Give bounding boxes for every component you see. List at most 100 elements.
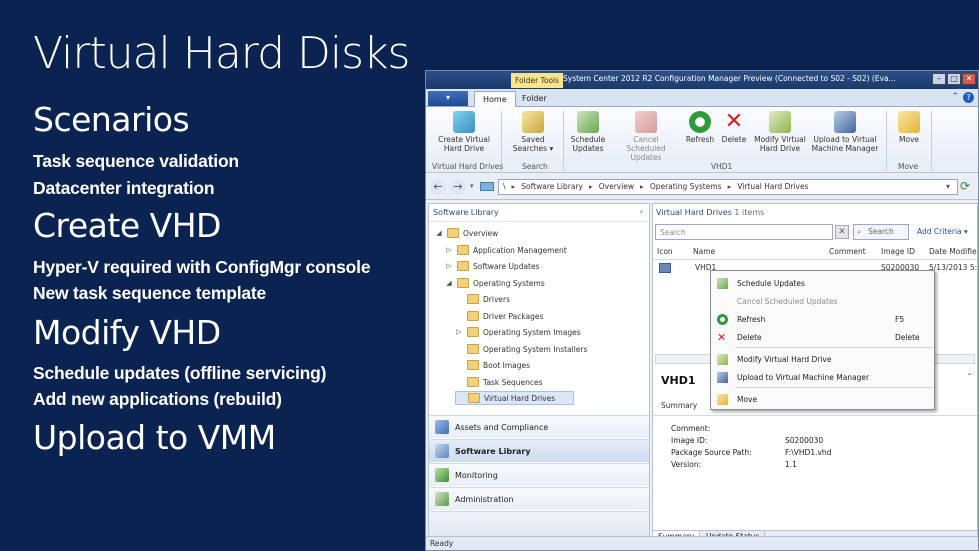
minimize-button[interactable]: – [932, 73, 946, 85]
tab-home[interactable]: Home [474, 91, 516, 108]
folder-icon [467, 311, 479, 321]
create-vhd-icon [453, 111, 475, 133]
menu-item-shortcut: Delete [895, 333, 920, 342]
create-virtual-hard-drive-button[interactable]: Create Virtual Hard Drive [434, 111, 494, 153]
clear-search-icon[interactable]: ✕ [835, 225, 849, 239]
detail-comment-label: Comment: [671, 424, 711, 433]
help-icon[interactable]: ? [963, 92, 974, 103]
app-menu-button[interactable]: ▾ [428, 91, 468, 106]
modify-virtual-hard-drive-button[interactable]: Modify Virtual Hard Drive [752, 111, 808, 153]
bullet-datacenter-integration: Datacenter integration [33, 178, 215, 198]
collapse-details-icon[interactable]: ⌃ [966, 372, 973, 381]
tree-item[interactable]: ◢ Operating Systems [445, 276, 545, 290]
tree-item[interactable]: Drivers [455, 292, 510, 306]
create-vhd-label-1: Create Virtual [438, 135, 490, 144]
navigation-pane: Software Library ‹ ◢ Overview ▷ Application… [428, 203, 650, 543]
menu-item[interactable]: Upload to Virtual Machine Manager [711, 369, 934, 385]
refresh-icon [689, 111, 711, 133]
forward-arrow-icon[interactable]: → [450, 179, 466, 195]
workspace-assets-and-compliance[interactable]: Assets and Compliance [429, 415, 649, 438]
expand-toggle-icon[interactable]: ▷ [455, 328, 463, 336]
collapse-ribbon-icon[interactable]: ⌃ [951, 92, 959, 103]
delete-label: Delete [721, 135, 747, 144]
collapse-pane-icon[interactable]: ‹ [640, 207, 643, 216]
workspace-software-library[interactable]: Software Library [429, 439, 649, 462]
expand-toggle-icon[interactable]: ▷ [445, 262, 453, 270]
group-label-move: Move [898, 162, 919, 171]
tab-folder[interactable]: Folder [514, 91, 555, 108]
software-library-icon [435, 444, 449, 458]
menu-item[interactable]: Modify Virtual Hard Drive [711, 351, 934, 367]
modify-vhd-icon [769, 111, 791, 133]
saved-searches-label-1: Saved [521, 135, 545, 144]
column-name[interactable]: Name [693, 247, 715, 256]
expand-toggle-icon[interactable]: ◢ [445, 279, 453, 287]
menu-item[interactable]: ✕ Delete Delete [711, 329, 934, 345]
saved-searches-button[interactable]: Saved Searches ▾ [508, 111, 558, 153]
tree-item[interactable]: ▷ Operating System Images [455, 325, 581, 339]
move-button[interactable]: Move [892, 111, 926, 144]
schedule-updates-button[interactable]: Schedule Updates [566, 111, 610, 153]
refresh-button[interactable]: Refresh [682, 111, 718, 144]
search-input[interactable]: Search [655, 224, 833, 240]
workspace-monitoring[interactable]: Monitoring [429, 463, 649, 486]
search-button-label: Search [868, 227, 894, 236]
tree-item[interactable]: Virtual Hard Drives [455, 391, 575, 405]
cancel-updates-icon [635, 111, 657, 133]
breadcrumb[interactable]: \ ▸ Software Library ▸ Overview ▸ Operating Sy… [498, 179, 958, 195]
menu-item[interactable]: Refresh F5 [711, 311, 934, 327]
delete-button[interactable]: ✕ Delete [718, 111, 750, 145]
assets-compliance-icon [435, 420, 449, 434]
back-arrow-icon[interactable]: ← [430, 179, 446, 195]
expand-toggle-icon[interactable]: ◢ [435, 229, 443, 237]
maximize-button[interactable]: □ [947, 73, 961, 85]
schedule-updates-label-1: Schedule [570, 135, 606, 144]
tree-item[interactable]: ◢ Overview [435, 226, 498, 240]
tree-item-label: Software Updates [473, 261, 540, 271]
detail-version-label: Version: [671, 460, 702, 469]
move-icon [717, 394, 728, 405]
breadcrumb-root[interactable]: \ [503, 182, 506, 191]
tree-item[interactable]: Operating System Installers [455, 342, 587, 356]
modify-vhd-icon [717, 354, 728, 365]
tree-item[interactable]: Driver Packages [455, 309, 543, 323]
tree-item[interactable]: Task Sequences [455, 375, 542, 389]
menu-item[interactable]: Move [711, 391, 934, 407]
upload-vmm-icon [834, 111, 856, 133]
upload-to-vmm-button[interactable]: Upload to Virtual Machine Manager [810, 111, 880, 153]
tree-item-label: Operating System Images [483, 327, 581, 337]
refresh-icon[interactable]: ⟳ [960, 179, 970, 193]
history-dropdown-icon[interactable]: ▾ [470, 182, 474, 190]
tree-item[interactable]: Boot Images [455, 358, 530, 372]
workspace-administration[interactable]: Administration [429, 487, 649, 510]
tree-item[interactable]: ▷ Software Updates [445, 259, 540, 273]
breadcrumb-virtual-hard-drives[interactable]: Virtual Hard Drives [737, 182, 808, 191]
heading-create-vhd: Create VHD [33, 206, 221, 245]
tree-item[interactable]: ▷ Application Management [445, 243, 567, 257]
column-icon[interactable]: Icon [657, 247, 673, 256]
search-button[interactable]: ⌕ Search [853, 224, 909, 240]
column-image-id[interactable]: Image ID [881, 247, 915, 256]
close-button[interactable]: ✕ [962, 73, 976, 85]
tree-item-label: Virtual Hard Drives [484, 393, 556, 403]
breadcrumb-operating-systems[interactable]: Operating Systems [650, 182, 722, 191]
expand-toggle-icon[interactable]: ▷ [445, 246, 453, 254]
breadcrumb-overview[interactable]: Overview [599, 182, 634, 191]
detail-image-id-value: S0200030 [785, 436, 824, 445]
title-bar: Folder Tools System Center 2012 R2 Confi… [426, 71, 978, 89]
bullet-schedule-updates: Schedule updates (offline servicing) [33, 363, 327, 383]
menu-item[interactable]: Cancel Scheduled Updates [711, 293, 934, 309]
add-criteria-link[interactable]: Add Criteria ▾ [917, 227, 968, 236]
bullet-task-sequence-validation: Task sequence validation [33, 151, 239, 171]
column-comment[interactable]: Comment [829, 247, 866, 256]
folder-icon [467, 360, 479, 370]
column-date-modified[interactable]: Date Modified [929, 247, 977, 256]
cancel-updates-label-1: Cancel [633, 135, 659, 144]
details-summary-label: Summary [661, 401, 698, 410]
cancel-scheduled-updates-button[interactable]: Cancel Scheduled Updates [610, 111, 682, 162]
menu-item[interactable]: Schedule Updates [711, 275, 934, 291]
group-label-search: Search [522, 162, 548, 171]
folder-icon [467, 377, 479, 387]
breadcrumb-dropdown-icon[interactable]: ▾ [946, 182, 950, 191]
breadcrumb-software-library[interactable]: Software Library [521, 182, 583, 191]
